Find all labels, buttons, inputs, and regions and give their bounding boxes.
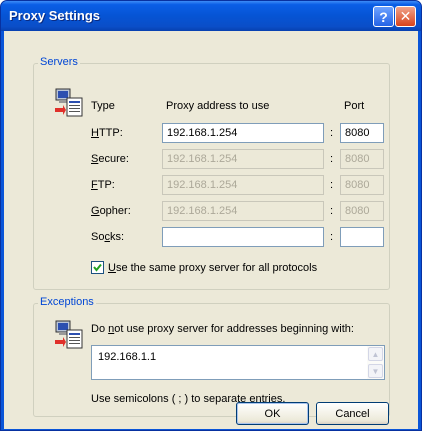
close-icon: ✕ (399, 8, 412, 24)
secure-port-input[interactable]: 8080 (340, 149, 384, 169)
cancel-button[interactable]: Cancel (316, 402, 389, 425)
scroll-down-button[interactable]: ▼ (368, 364, 383, 378)
ok-label: OK (264, 407, 281, 420)
col-port-header: Port (344, 100, 365, 112)
close-button[interactable]: ✕ (395, 6, 416, 27)
secure-label: Secure: (91, 153, 129, 165)
ok-button[interactable]: OK (236, 402, 309, 425)
scroll-up-button[interactable]: ▲ (368, 347, 383, 361)
help-icon: ? (379, 8, 388, 25)
http-port-input[interactable]: 8080 (340, 123, 384, 143)
same-proxy-checkbox[interactable] (91, 261, 104, 274)
network-computer-icon (55, 320, 83, 349)
servers-legend: Servers (38, 56, 80, 68)
col-address-header: Proxy address to use (166, 100, 270, 112)
proxy-settings-window: Proxy Settings ? ✕ Servers Type Proxy ad… (0, 0, 422, 431)
secure-address-input[interactable]: 192.168.1.254 (162, 149, 324, 169)
window-title: Proxy Settings (9, 8, 101, 23)
checkmark-icon (93, 263, 102, 272)
ftp-label: FTP: (91, 179, 115, 191)
title-bar[interactable]: Proxy Settings ? ✕ (1, 1, 421, 31)
socks-port-input[interactable] (340, 227, 384, 247)
http-label: HTTP: (91, 127, 123, 139)
gopher-port-input[interactable]: 8080 (340, 201, 384, 221)
exceptions-legend: Exceptions (38, 296, 96, 308)
exceptions-instruction: Do not use proxy server for addresses be… (91, 323, 354, 335)
exceptions-value: 192.168.1.1 (98, 351, 157, 363)
chevron-up-icon: ▲ (371, 349, 380, 359)
col-type-header: Type (91, 100, 115, 112)
chevron-down-icon: ▼ (371, 366, 380, 376)
help-button[interactable]: ? (373, 6, 394, 27)
gopher-address-input[interactable]: 192.168.1.254 (162, 201, 324, 221)
same-proxy-label[interactable]: Use the same proxy server for all protoc… (108, 262, 317, 274)
socks-label: Socks: (91, 231, 125, 243)
dialog-client-area: Servers Type Proxy address to use Port H… (4, 31, 418, 429)
secure-colon: : (330, 153, 334, 165)
socks-address-input[interactable] (162, 227, 324, 247)
socks-colon: : (330, 231, 334, 243)
ftp-port-input[interactable]: 8080 (340, 175, 384, 195)
exceptions-textarea[interactable]: 192.168.1.1 ▲ ▼ (91, 345, 385, 380)
cancel-label: Cancel (335, 407, 370, 420)
http-colon: : (330, 127, 334, 139)
gopher-colon: : (330, 205, 334, 217)
ftp-address-input[interactable]: 192.168.1.254 (162, 175, 324, 195)
exceptions-scrollbar[interactable]: ▲ ▼ (367, 346, 384, 379)
ftp-colon: : (330, 179, 334, 191)
http-address-input[interactable]: 192.168.1.254 (162, 123, 324, 143)
gopher-label: Gopher: (91, 205, 131, 217)
network-computer-icon (55, 88, 83, 117)
